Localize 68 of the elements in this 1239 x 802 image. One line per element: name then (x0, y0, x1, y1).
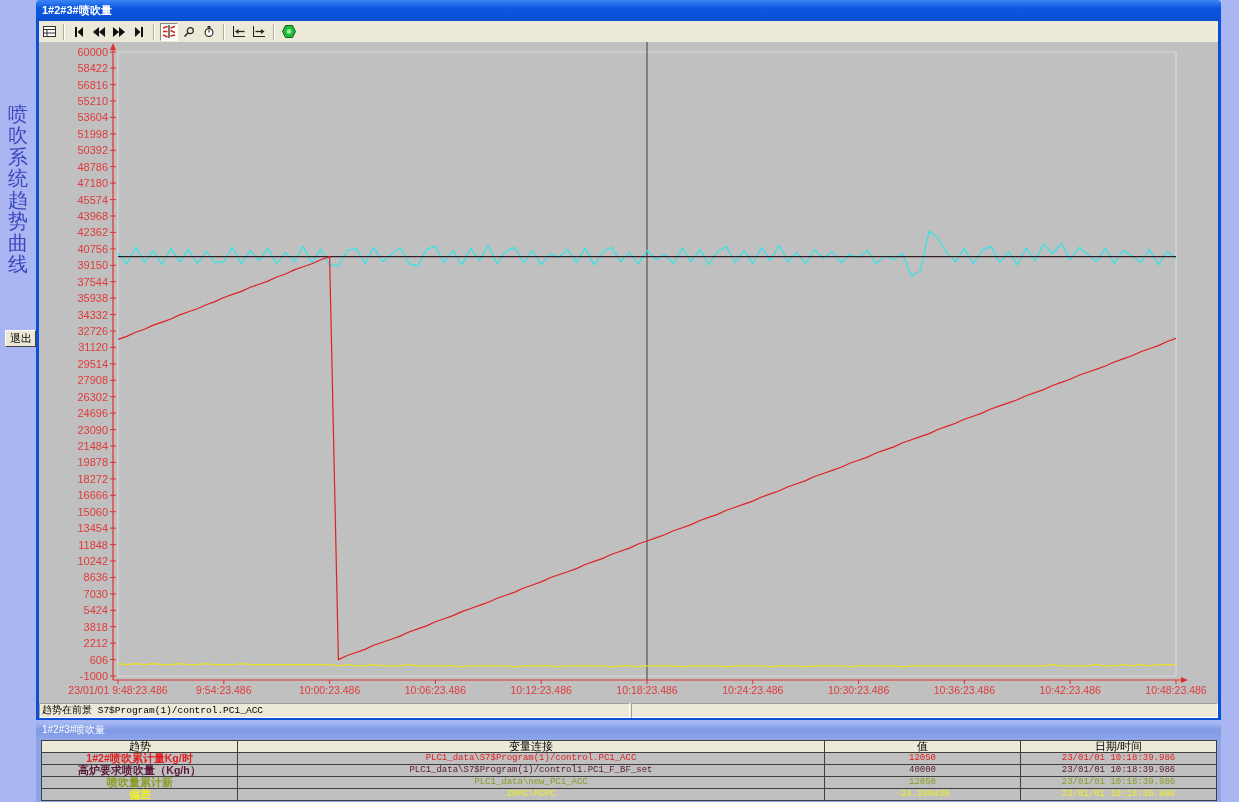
side-title: 喷吹系统趋势曲线 (8, 104, 28, 276)
x-tick-label: 10:42:23.486 (1039, 684, 1101, 696)
table-icon[interactable] (42, 26, 56, 37)
y-tick-label: 45574 (77, 193, 108, 206)
y-tick-label: 8636 (83, 571, 108, 584)
y-tick-label: 2212 (83, 637, 108, 650)
y-tick-label: 48786 (77, 160, 108, 173)
column-header[interactable]: 趋势 (41, 740, 238, 753)
y-tick-label: 5424 (83, 604, 108, 617)
y-tick-label: 24696 (77, 407, 108, 420)
exit-button[interactable]: 退出 (5, 329, 36, 347)
y-tick-label: 58422 (77, 62, 108, 75)
y-tick-label: 10242 (77, 555, 108, 567)
window-title: 1#2#3#喷吹量 (42, 723, 106, 737)
x-tick-label: 10:00:23.486 (298, 684, 361, 696)
y-tick-label: 13454 (77, 522, 108, 535)
y-tick-label: 27908 (77, 374, 108, 387)
y-tick-label: 11848 (78, 538, 108, 551)
y-tick-label: 7030 (83, 587, 108, 600)
x-tick-label: 10:36:23.486 (933, 684, 996, 696)
skip-back-icon[interactable] (75, 26, 83, 37)
y-tick-label: 53604 (77, 111, 108, 124)
x-tick-label: 10:18:23.486 (616, 684, 678, 696)
y-tick-label: 3818 (83, 620, 108, 633)
y-tick-label: 18272 (77, 472, 108, 485)
x-tick-label: 10:30:23.486 (827, 684, 890, 696)
y-tick-label: 51998 (77, 127, 108, 140)
x-tick-label: 23/01/01 9:48:23.486 (68, 684, 168, 696)
fast-forward-icon[interactable] (113, 26, 125, 37)
stopwatch-icon[interactable] (204, 26, 214, 37)
x-tick-label: 9:54:23.486 (196, 684, 252, 696)
y-tick-label: 26302 (77, 390, 108, 403)
y-tick-label: 31120 (78, 341, 108, 354)
y-tick-label: 55210 (77, 95, 108, 107)
y-tick-label: 23090 (77, 423, 108, 436)
y-tick-label: 37544 (77, 275, 108, 288)
y-tick-label: -1000 (79, 670, 108, 682)
y-tick-label: 19878 (77, 456, 108, 469)
column-header[interactable]: 值 (824, 740, 1021, 753)
column-header[interactable]: 日期/时间 (1020, 740, 1217, 753)
y-tick-label: 21484 (77, 440, 108, 452)
rewind-icon[interactable] (93, 26, 105, 37)
x-tick-label: 10:06:23.486 (404, 684, 467, 696)
y-tick-label: 606 (89, 653, 108, 666)
skip-forward-icon[interactable] (135, 26, 143, 37)
column-header[interactable]: 变量连接 (237, 740, 825, 753)
y-tick-label: 35938 (77, 292, 108, 305)
y-tick-label: 43968 (77, 210, 108, 222)
x-tick-label: 10:48:23.486 (1145, 684, 1207, 696)
axis-arrow-left-icon[interactable] (233, 26, 245, 37)
y-tick-label: 56816 (77, 78, 108, 91)
y-tick-label: 32726 (77, 325, 108, 337)
y-tick-label: 47180 (77, 177, 108, 190)
y-tick-label: 60000 (77, 46, 108, 58)
y-tick-label: 15060 (77, 505, 108, 518)
y-tick-label: 50392 (77, 144, 108, 157)
y-tick-label: 34332 (77, 308, 108, 321)
y-tick-label: 40756 (77, 242, 108, 255)
status-text: 趋势在前景 S7$Program(1)/control.PC1_ACC (42, 704, 264, 717)
y-tick-label: 42362 (77, 226, 108, 239)
search-icon[interactable] (184, 26, 194, 37)
y-tick-label: 39150 (77, 259, 108, 272)
axis-arrow-right-icon[interactable] (253, 26, 265, 37)
y-tick-label: 16666 (77, 489, 108, 502)
x-tick-label: 10:24:23.486 (722, 684, 784, 696)
window-title: 1#2#3#喷吹量 (42, 3, 112, 18)
y-tick-label: 29514 (77, 357, 108, 370)
x-tick-label: 10:12:23.486 (510, 684, 572, 696)
